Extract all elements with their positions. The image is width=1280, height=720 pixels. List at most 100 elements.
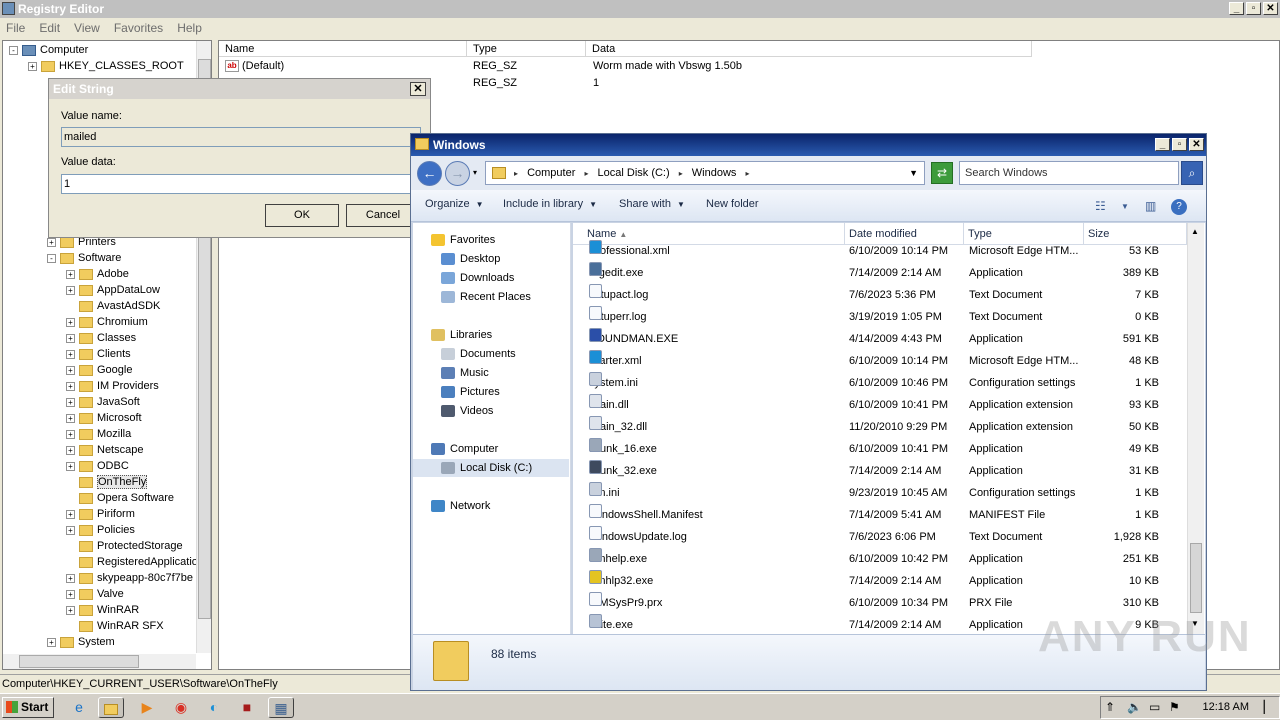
expand-icon[interactable]: + [47, 237, 56, 247]
tree-node[interactable]: OnTheFly [66, 474, 148, 490]
value-name-field[interactable]: mailed [61, 127, 421, 147]
expand-icon[interactable]: + [66, 349, 75, 359]
search-icon[interactable]: ⌕ [1181, 161, 1203, 185]
expand-icon[interactable]: + [66, 589, 75, 599]
file-row[interactable]: winhlp32.exe 7/14/2009 2:14 AM Application… [573, 570, 1185, 592]
minimize-button[interactable]: _ [1155, 138, 1170, 151]
back-button[interactable]: ← [417, 161, 442, 186]
column-header-name[interactable]: Name [219, 41, 467, 57]
file-list-scrollbar[interactable]: ▲ ▼ [1187, 223, 1204, 634]
internet-explorer-icon[interactable]: e [66, 697, 92, 718]
chevron-right-icon[interactable]: ▸ [745, 169, 749, 178]
file-row[interactable]: setupact.log 7/6/2023 5:36 PM Text Documen… [573, 284, 1185, 306]
nav-item[interactable]: Pictures [441, 383, 500, 401]
scroll-thumb[interactable] [19, 655, 139, 668]
minimize-button[interactable]: _ [1229, 2, 1244, 15]
tray-expand-icon[interactable]: ⇑ [1105, 700, 1115, 714]
tree-node[interactable]: + ODBC [66, 458, 129, 474]
dialog-title-bar[interactable]: Edit String ✕ [49, 79, 430, 99]
start-button[interactable]: Start [2, 697, 54, 718]
maximize-button[interactable]: ▫ [1172, 138, 1187, 151]
expand-icon[interactable]: + [66, 429, 75, 439]
expand-icon[interactable]: + [66, 525, 75, 535]
tree-node[interactable]: ProtectedStorage [66, 538, 183, 554]
recent-pages-icon[interactable]: ▾ [473, 168, 477, 177]
expand-icon[interactable]: + [66, 397, 75, 407]
column-header-data[interactable]: Data [586, 41, 1032, 57]
expand-icon[interactable]: + [66, 605, 75, 615]
registry-title-bar[interactable]: Registry Editor _ ▫ ✕ [0, 0, 1280, 18]
organize-button[interactable]: Organize ▼ [425, 198, 484, 210]
preview-pane-icon[interactable]: ▥ [1145, 199, 1156, 213]
flag-icon[interactable]: ⚑ [1169, 700, 1180, 714]
tree-node[interactable]: RegisteredApplicatio [66, 554, 198, 570]
expand-icon[interactable]: + [66, 317, 75, 327]
expand-icon[interactable]: + [66, 285, 75, 295]
tree-node[interactable]: Opera Software [66, 490, 174, 506]
tree-node[interactable]: + Piriform [66, 506, 135, 522]
expand-icon[interactable]: + [66, 333, 75, 343]
tree-node[interactable]: + IM Providers [66, 378, 159, 394]
nav-item[interactable]: Libraries [431, 326, 492, 344]
address-breadcrumb[interactable]: ▸ Computer ▸ Local Disk (C:) ▸ Windows ▸… [485, 161, 925, 185]
tree-node[interactable]: + AppDataLow [66, 282, 160, 298]
expand-icon[interactable]: + [66, 445, 75, 455]
nav-item[interactable]: Desktop [441, 250, 500, 268]
ok-button[interactable]: OK [265, 204, 339, 227]
tree-node[interactable]: + WinRAR [66, 602, 139, 618]
tree-node[interactable]: + Valve [66, 586, 124, 602]
nav-item[interactable]: Local Disk (C:) [413, 459, 569, 477]
tree-node[interactable]: + JavaSoft [66, 394, 140, 410]
file-row[interactable]: WindowsShell.Manifest 7/14/2009 5:41 AM MA… [573, 504, 1185, 526]
chrome-icon[interactable]: ◉ [168, 697, 194, 718]
tree-node[interactable]: + Mozilla [66, 426, 131, 442]
collapse-icon[interactable]: - [47, 253, 56, 263]
expand-icon[interactable]: + [66, 381, 75, 391]
nav-item[interactable]: Downloads [441, 269, 514, 287]
dialog-close-button[interactable]: ✕ [410, 82, 426, 96]
tree-node[interactable]: WinRAR SFX [66, 618, 164, 634]
tree-node[interactable]: + Chromium [66, 314, 148, 330]
file-row[interactable]: twain.dll 6/10/2009 10:41 PM Application e… [573, 394, 1185, 416]
search-input[interactable]: Search Windows [959, 161, 1179, 185]
tree-node[interactable]: AvastAdSDK [66, 298, 160, 314]
media-player-icon[interactable]: ▶ [134, 697, 160, 718]
tree-node[interactable]: + HKEY_CLASSES_ROOT [28, 58, 184, 74]
file-row[interactable]: twain_32.dll 11/20/2010 9:29 PM Applicatio… [573, 416, 1185, 438]
nav-item[interactable]: Favorites [431, 231, 495, 249]
show-desktop-icon[interactable]: ▏ [1264, 700, 1273, 714]
edge-icon[interactable]: ◐ [201, 697, 227, 718]
chevron-right-icon[interactable]: ▸ [514, 169, 518, 178]
tree-node[interactable]: + Classes [66, 330, 136, 346]
menu-view[interactable]: View [74, 18, 100, 38]
file-row[interactable]: Professional.xml 6/10/2009 10:14 PM Micros… [573, 240, 1185, 262]
value-data-field[interactable]: 1 [61, 174, 421, 194]
column-header-type[interactable]: Type [467, 41, 586, 57]
file-row[interactable]: twunk_16.exe 6/10/2009 10:41 PM Applicatio… [573, 438, 1185, 460]
file-row[interactable]: Starter.xml 6/10/2009 10:14 PM Microsoft E… [573, 350, 1185, 372]
expand-icon[interactable]: + [66, 413, 75, 423]
expand-icon[interactable]: + [66, 573, 75, 583]
nav-item[interactable]: Computer [431, 440, 498, 458]
regedit-taskbar-icon[interactable]: ▦ [268, 697, 294, 718]
menu-edit[interactable]: Edit [39, 18, 60, 38]
menu-help[interactable]: Help [177, 18, 202, 38]
close-button[interactable]: ✕ [1263, 2, 1278, 15]
refresh-icon[interactable]: ⇄ [931, 162, 953, 184]
breadcrumb-computer[interactable]: Computer [527, 167, 575, 179]
breadcrumb-local-disk[interactable]: Local Disk (C:) [598, 167, 670, 179]
file-row[interactable]: regedit.exe 7/14/2009 2:14 AM Application 3… [573, 262, 1185, 284]
collapse-icon[interactable]: - [9, 45, 18, 55]
tree-node[interactable]: - Software [47, 250, 121, 266]
tree-node[interactable]: + Policies [66, 522, 135, 538]
tree-node[interactable]: - Computer [9, 42, 88, 58]
expand-icon[interactable]: + [66, 365, 75, 375]
maximize-button[interactable]: ▫ [1246, 2, 1261, 15]
explorer-title-bar[interactable]: Windows _ ▫ ✕ [411, 134, 1206, 156]
breadcrumb-windows[interactable]: Windows [692, 167, 737, 179]
tree-horizontal-scrollbar[interactable] [3, 654, 196, 669]
file-row[interactable]: winhelp.exe 6/10/2009 10:42 PM Application… [573, 548, 1185, 570]
file-row[interactable]: WMSysPr9.prx 6/10/2009 10:34 PM PRX File 31… [573, 592, 1185, 614]
volume-icon[interactable]: 🔈 [1127, 700, 1142, 714]
include-in-library-button[interactable]: Include in library ▼ [503, 198, 597, 210]
